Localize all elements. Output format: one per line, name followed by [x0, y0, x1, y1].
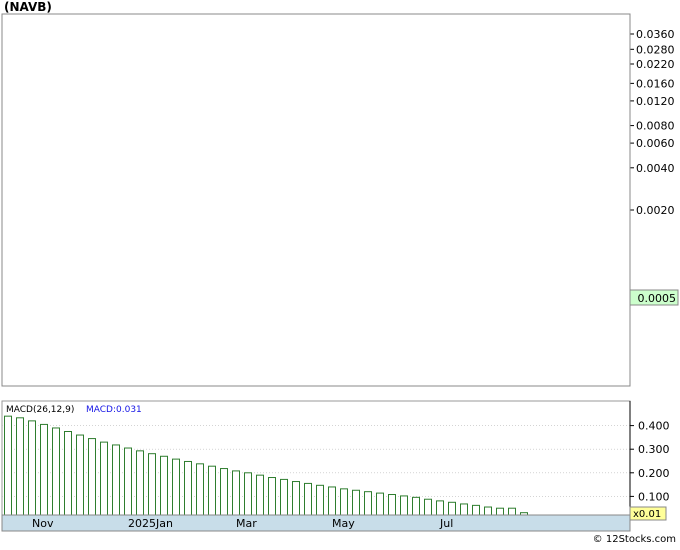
- macd-bar: [496, 507, 504, 516]
- price-y-tick-label: 0.0220: [636, 58, 675, 71]
- macd-bar: [472, 504, 480, 516]
- macd-bar: [136, 450, 144, 516]
- macd-bar: [508, 507, 516, 516]
- macd-bar: [436, 500, 444, 516]
- macd-y-tick-label: 0.400: [638, 420, 670, 433]
- macd-bar: [64, 431, 72, 516]
- macd-bar: [88, 438, 96, 516]
- price-y-tick-label: 0.0020: [636, 204, 675, 217]
- macd-bar: [52, 427, 60, 516]
- macd-bar: [256, 474, 264, 516]
- price-y-axis: 0.0360 0.0280 0.0220 0.0160 0.0120 0.0080 0.00…: [629, 14, 675, 386]
- macd-bar: [124, 447, 132, 516]
- price-panel: 0.0360 0.0280 0.0220 0.0160 0.0120 0.0080 0.00…: [1, 13, 679, 387]
- macd-bar: [112, 444, 120, 516]
- macd-bar: [448, 501, 456, 516]
- macd-bar: [328, 486, 336, 516]
- macd-x-tick-label: Nov: [32, 517, 54, 530]
- macd-bar: [172, 458, 180, 516]
- macd-bar: [220, 468, 228, 516]
- last-price-marker: 0.0005: [629, 289, 679, 306]
- macd-bar: [160, 455, 168, 516]
- macd-bar: [28, 420, 36, 516]
- price-y-tick-label: 0.0120: [636, 95, 675, 108]
- macd-bar: [40, 423, 48, 516]
- last-price-value: 0.0005: [638, 292, 677, 305]
- macd-scale-text: x0.01: [633, 509, 661, 520]
- macd-bar: [232, 470, 240, 516]
- macd-bar: [208, 465, 216, 516]
- macd-bar: [292, 481, 300, 516]
- macd-bar: [100, 441, 108, 516]
- macd-scale-marker: x0.01: [629, 506, 667, 521]
- macd-legend-macd-label: MACD:: [86, 405, 116, 415]
- macd-bar: [484, 506, 492, 516]
- macd-bar: [352, 489, 360, 516]
- macd-x-tick-label: 2025Jan: [128, 517, 173, 530]
- macd-y-tick-label: 0.100: [638, 490, 670, 503]
- chart-title: (NAVB): [4, 0, 52, 14]
- macd-x-tick-label: Mar: [236, 517, 257, 530]
- macd-y-tick-label: 0.300: [638, 443, 670, 456]
- stock-chart: 0.0360 0.0280 0.0220 0.0160 0.0120 0.0080 0.00…: [0, 0, 680, 546]
- price-y-tick-label: 0.0360: [636, 28, 675, 41]
- macd-legend-macd-value: 0.031: [116, 405, 142, 415]
- macd-y-tick-label: 0.200: [638, 467, 670, 480]
- price-y-tick-label: 0.0280: [636, 43, 675, 56]
- macd-bar: [316, 484, 324, 516]
- macd-bar: [76, 434, 84, 516]
- macd-bar: [4, 415, 12, 516]
- macd-panel: 0.100 0.200 0.300 0.400 Nov 2025Jan Mar May Jul…: [1, 400, 670, 532]
- price-y-tick-label: 0.0040: [636, 162, 675, 175]
- macd-bar: [304, 482, 312, 516]
- macd-x-tick-label: Jul: [439, 517, 453, 530]
- price-y-tick-label: 0.0160: [636, 77, 675, 90]
- watermark: © 12Stocks.com: [593, 534, 676, 545]
- macd-legend: MACD(26,12,9) MACD: 0.031: [6, 405, 142, 415]
- macd-bar: [400, 495, 408, 516]
- macd-bar: [340, 488, 348, 516]
- price-y-tick-label: 0.0080: [636, 120, 675, 133]
- chart-canvas: 0.0360 0.0280 0.0220 0.0160 0.0120 0.0080 0.00…: [1, 0, 679, 545]
- macd-legend-label: MACD(26,12,9): [6, 405, 74, 415]
- macd-bar: [16, 417, 24, 516]
- macd-bar: [388, 494, 396, 516]
- macd-bar: [412, 496, 420, 516]
- macd-bar: [196, 463, 204, 516]
- macd-x-tick-label: May: [332, 517, 355, 530]
- price-y-tick-label: 0.0060: [636, 137, 675, 150]
- macd-bar: [148, 453, 156, 516]
- macd-bar: [244, 472, 252, 516]
- macd-bar: [364, 491, 372, 516]
- macd-x-axis-band: [1, 514, 631, 532]
- macd-bar: [376, 492, 384, 516]
- macd-bar: [268, 477, 276, 516]
- macd-bar: [280, 478, 288, 516]
- macd-bar: [184, 460, 192, 516]
- macd-bar: [460, 503, 468, 516]
- macd-bar: [424, 498, 432, 516]
